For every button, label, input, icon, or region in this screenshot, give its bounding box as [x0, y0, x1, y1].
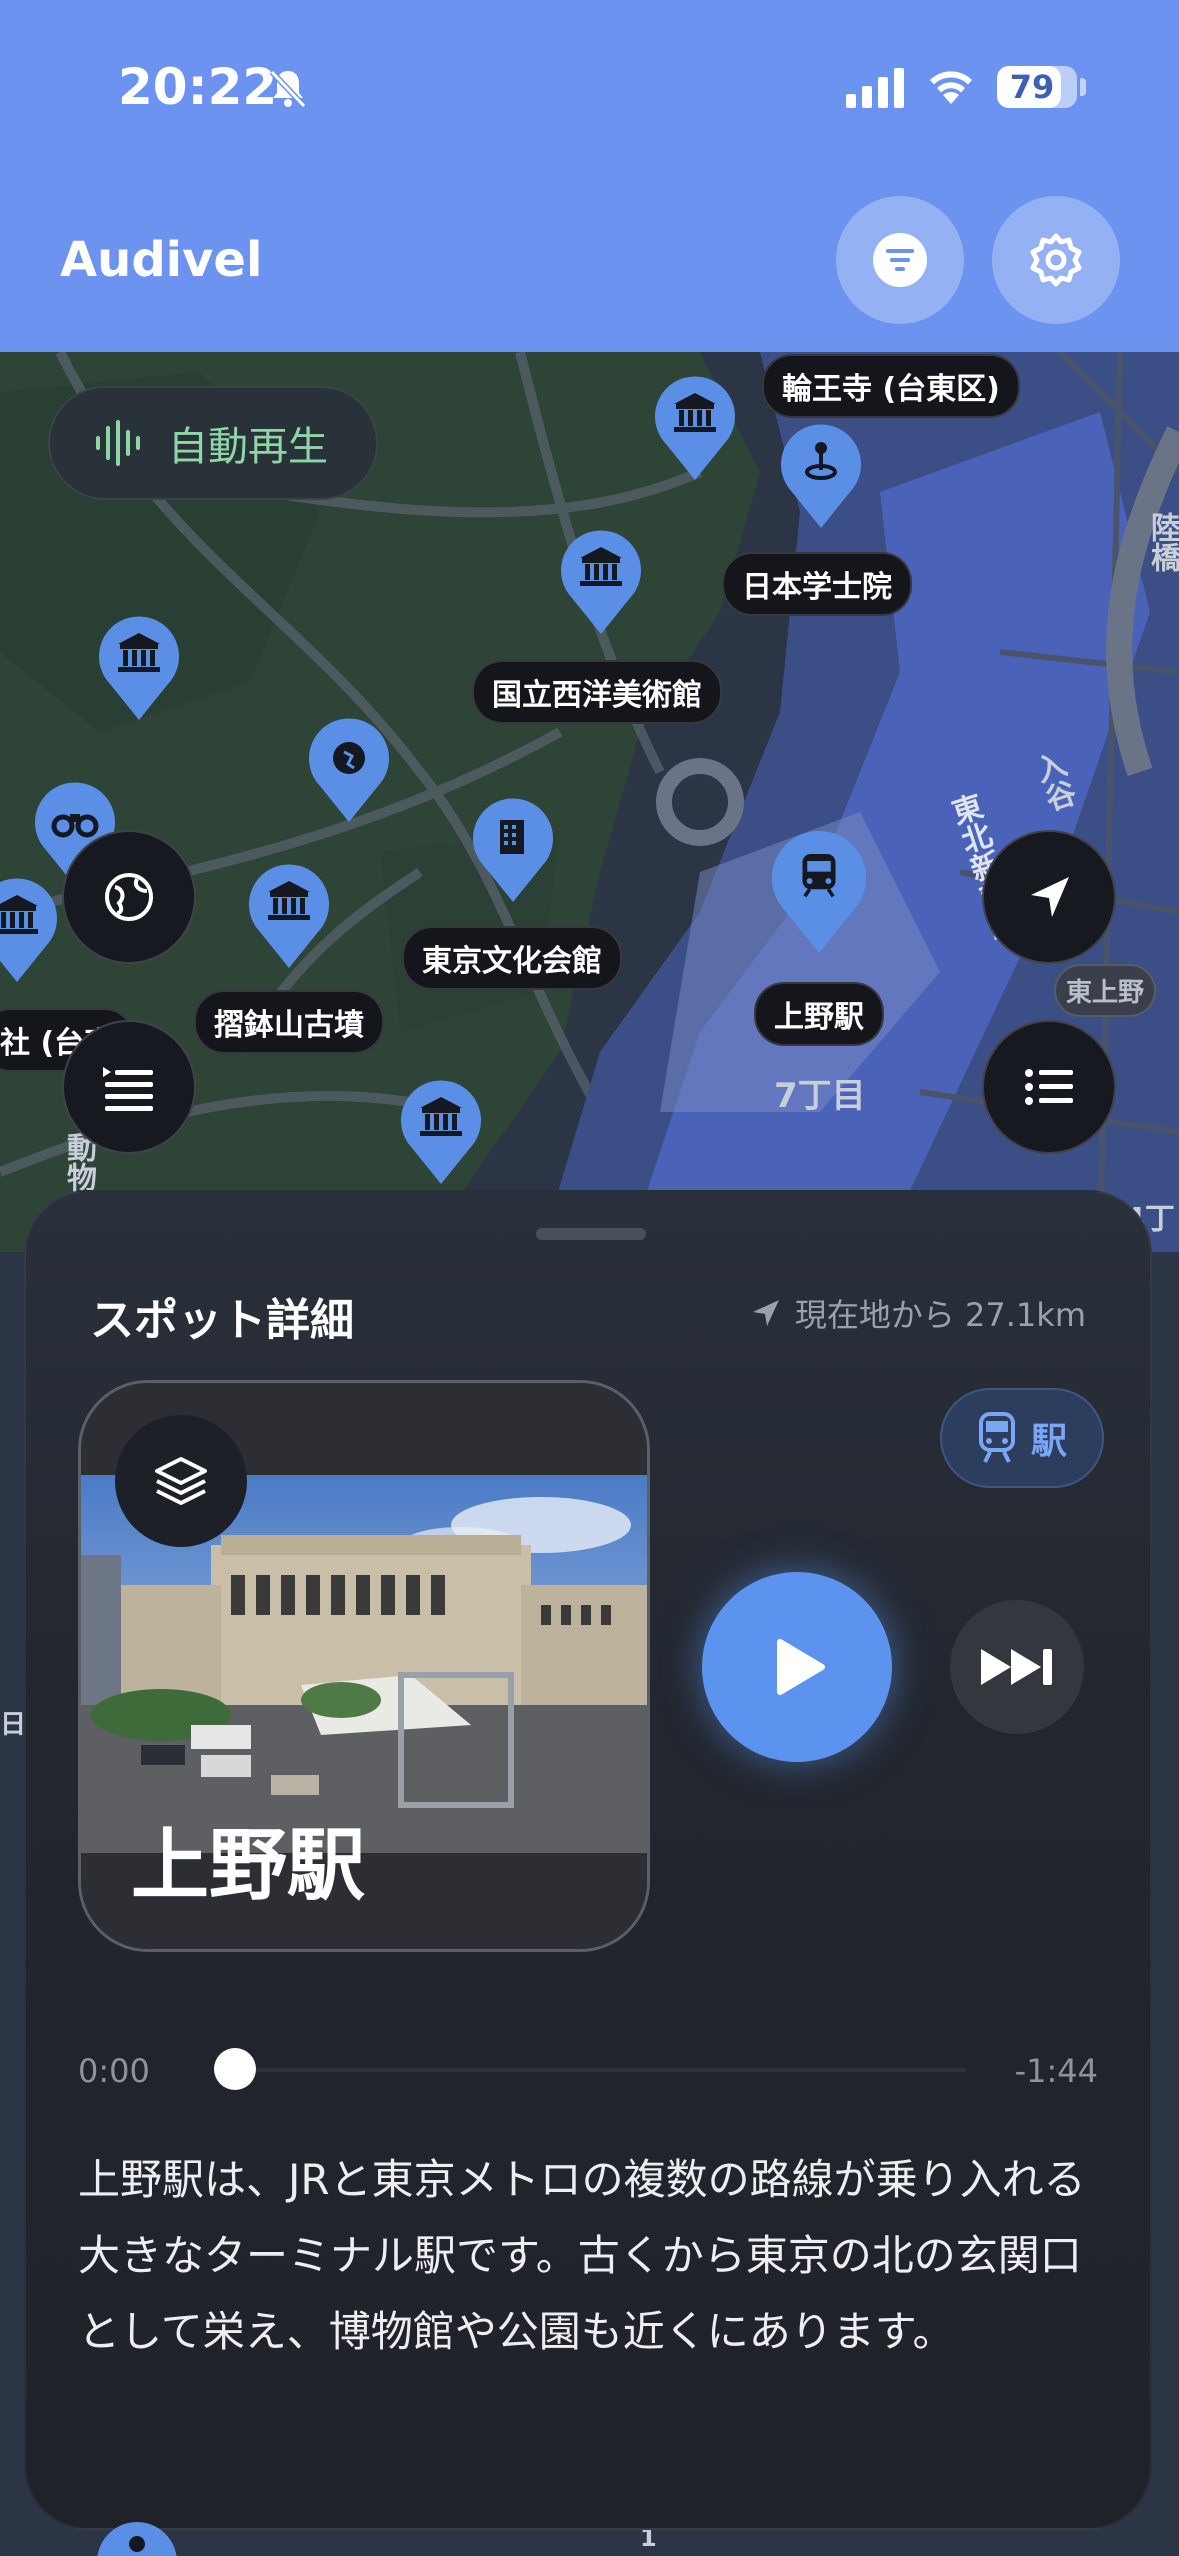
distance-text: 現在地から 27.1km: [794, 1296, 1086, 1334]
settings-button[interactable]: [992, 196, 1120, 324]
map-label-suribachi[interactable]: 摺鉢山古墳: [194, 990, 384, 1054]
station-pin[interactable]: [766, 830, 872, 958]
skip-forward-button[interactable]: [950, 1600, 1084, 1734]
wifi-icon: [930, 71, 972, 104]
map-label-rinnoji[interactable]: 輪王寺 (台東区): [762, 354, 1020, 418]
remaining-time: -1:44: [1014, 2052, 1098, 2090]
gear-icon: [1030, 233, 1082, 287]
filter-button[interactable]: [836, 196, 964, 324]
playlist-icon: [103, 1067, 153, 1111]
museum-pin[interactable]: [94, 616, 184, 724]
battery-percent: 79: [1009, 68, 1055, 106]
play-button[interactable]: [702, 1572, 892, 1762]
museum-pin[interactable]: [244, 864, 334, 972]
skip-forward-icon: [981, 1649, 1052, 1685]
spot-description: 上野駅は、JRと東京メトロの複数の路線が乗り入れる大きなターミナル駅です。古くか…: [78, 2155, 1086, 2356]
app-screen: 20:22 79 Audivel 7丁目 4丁 東上野 東北新幹線 入谷 陸橋 …: [0, 0, 1179, 2556]
autoplay-toggle[interactable]: 自動再生: [48, 386, 378, 500]
playlist-button[interactable]: [62, 1020, 196, 1154]
spot-artwork: 上野駅: [78, 1380, 650, 1952]
museum-pin[interactable]: [556, 530, 646, 638]
sheet-grabber[interactable]: [536, 1228, 646, 1240]
map-text-partial: 日: [0, 1710, 27, 1740]
building-pin[interactable]: [468, 798, 558, 906]
elapsed-time: 0:00: [78, 2052, 150, 2090]
progress-thumb[interactable]: [214, 2048, 256, 2090]
category-badge[interactable]: 駅: [940, 1388, 1104, 1488]
district-label: 7丁目: [774, 1076, 866, 1116]
sheet-title: スポット詳細: [90, 1295, 354, 1346]
header-bar: 20:22 79 Audivel: [0, 0, 1179, 352]
museum-pin[interactable]: [650, 376, 740, 484]
bell-muted-icon: [269, 69, 307, 109]
globe-icon: [105, 873, 153, 921]
museum-pin[interactable]: [0, 878, 62, 986]
signal-icon: [846, 68, 904, 108]
layers-button[interactable]: [115, 1415, 247, 1547]
waveform-icon: [96, 420, 140, 466]
train-icon: [978, 1412, 1015, 1463]
map-pin-partial: [97, 2522, 177, 2556]
progress-track[interactable]: [236, 2068, 966, 2072]
map-label-gakushiin[interactable]: 日本学士院: [722, 552, 912, 616]
spot-detail-sheet: スポット詳細 現在地から 27.1km 上野駅 駅 0:00 -1:44 上野駅…: [24, 1190, 1152, 2530]
map-label-seiyo-museum[interactable]: 国立西洋美術館: [472, 660, 722, 724]
app-title: Audivel: [60, 232, 263, 288]
category-label: 駅: [1030, 1421, 1067, 1462]
map-label-higashi-ueno: 東上野: [1054, 964, 1157, 1017]
map-label-bunka-kaikan[interactable]: 東京文化会館: [402, 926, 622, 990]
globe-button[interactable]: [62, 830, 196, 964]
activity-pin[interactable]: [304, 718, 394, 826]
autoplay-label: 自動再生: [168, 424, 328, 470]
map-label-ueno-station[interactable]: 上野駅: [754, 982, 884, 1046]
location-arrow-icon: [1031, 877, 1069, 917]
distance-info: 現在地から 27.1km: [749, 1290, 1086, 1336]
filter-icon: [873, 233, 927, 287]
battery-nub: [1080, 78, 1086, 96]
landmark-pin[interactable]: [776, 424, 866, 532]
status-time: 20:22: [118, 58, 278, 116]
list-button[interactable]: [982, 1020, 1116, 1154]
current-location-button[interactable]: [982, 830, 1116, 964]
battery-indicator: 79: [997, 66, 1077, 108]
location-arrow-icon: [752, 1300, 779, 1326]
museum-pin[interactable]: [396, 1080, 486, 1188]
layers-icon: [155, 1457, 207, 1505]
play-icon: [777, 1639, 825, 1695]
list-icon: [1025, 1069, 1073, 1105]
artwork-title: 上野駅: [131, 1821, 366, 1911]
map-text-bridge: 陸橋: [1145, 512, 1179, 572]
